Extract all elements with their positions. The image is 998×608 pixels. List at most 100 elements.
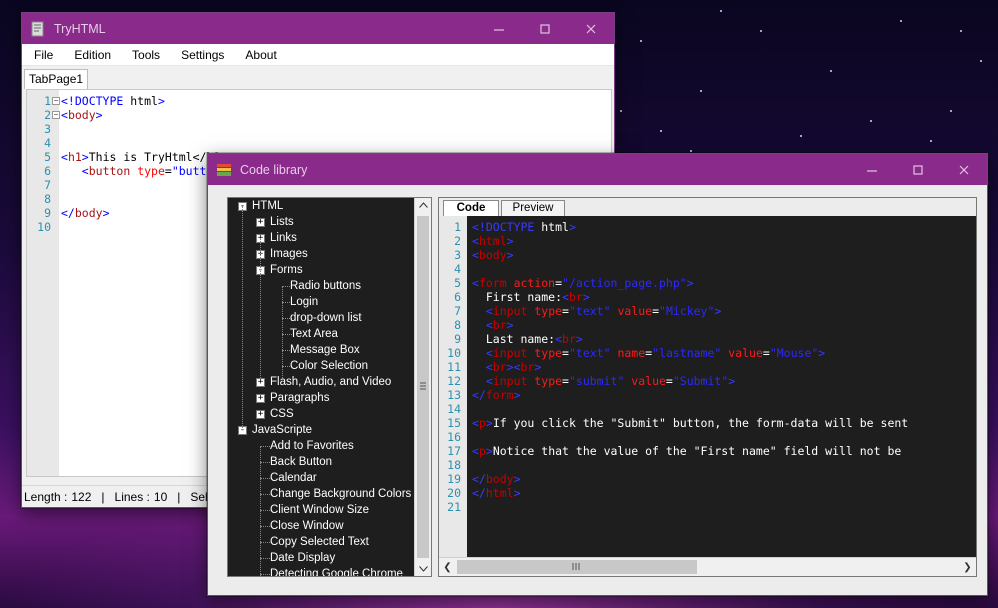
library-minimize-button[interactable] xyxy=(849,154,895,185)
code-token: > xyxy=(575,332,583,346)
snippet-code-line: 15 <p>If you click the "Submit" button, t… xyxy=(447,416,976,430)
tree-item-label: Radio buttons xyxy=(290,280,361,292)
status-separator: | xyxy=(101,489,105,504)
code-token: </ xyxy=(472,486,486,500)
document-tabs: TabPage1 xyxy=(22,66,614,89)
menu-edition[interactable]: Edition xyxy=(62,48,120,62)
scroll-right-icon[interactable]: ❯ xyxy=(959,558,976,576)
star xyxy=(700,90,702,92)
snippet-code-line: 16 xyxy=(447,430,976,444)
line-number: 5 xyxy=(44,150,51,164)
code-token: > xyxy=(582,290,590,304)
star xyxy=(800,135,802,137)
code-token: "/action_page.php" xyxy=(562,276,687,290)
tree-scroll-thumb[interactable] xyxy=(417,216,429,558)
tab-code[interactable]: Code xyxy=(443,200,499,216)
tree-item-label: CSS xyxy=(270,408,294,420)
tree-item-label: Client Window Size xyxy=(270,504,370,516)
snippet-code-line: 4 xyxy=(454,262,976,276)
code-token: > xyxy=(818,346,826,360)
line-number: 12 xyxy=(447,374,461,388)
expand-icon[interactable]: + xyxy=(256,218,265,227)
line-number: 21 xyxy=(447,500,461,514)
code-token: > xyxy=(485,444,493,458)
snippet-code-line: 17 <p>Notice that the value of the "First… xyxy=(447,444,976,458)
code-token: body xyxy=(478,248,507,262)
tree-item-label: Date Display xyxy=(270,552,336,564)
code-token: </ xyxy=(472,472,486,486)
code-token: html xyxy=(485,486,514,500)
snippet-code-line: 1 <!DOCTYPE html> xyxy=(454,220,976,234)
code-token: < xyxy=(485,318,493,332)
line-number: 17 xyxy=(447,444,461,458)
scroll-left-icon[interactable]: ❮ xyxy=(439,558,456,576)
code-token: = xyxy=(562,304,569,318)
code-scroll-thumb[interactable] xyxy=(457,560,697,574)
expand-icon[interactable]: + xyxy=(256,394,265,403)
fold-toggle-icon[interactable]: − xyxy=(52,111,60,119)
code-token: "lastname" xyxy=(652,346,729,360)
expand-icon[interactable]: + xyxy=(256,378,265,387)
tree-item-label: Images xyxy=(270,248,308,260)
line-number: 6 xyxy=(454,290,461,304)
library-close-button[interactable] xyxy=(941,154,987,185)
code-library-titlebar[interactable]: Code library xyxy=(208,154,987,185)
scroll-down-icon[interactable] xyxy=(419,566,428,572)
tryhtml-titlebar[interactable]: TryHTML xyxy=(22,13,614,44)
snippet-tree[interactable]: - HTML + Lists + Links + Images - Forms Radio butt… xyxy=(227,197,432,577)
code-token: > xyxy=(95,108,103,122)
line-number: 16 xyxy=(447,430,461,444)
code-token: < xyxy=(472,234,479,248)
snippet-code-line: 2 <html> xyxy=(454,234,976,248)
code-token: > xyxy=(513,472,521,486)
lines-label: Lines : xyxy=(114,489,150,504)
snippet-code-line: 14 xyxy=(447,402,976,416)
tree-item-label: Add to Favorites xyxy=(270,440,354,452)
line-number: 9 xyxy=(454,332,461,346)
expand-icon[interactable]: + xyxy=(256,410,265,419)
code-token: "Mickey" xyxy=(659,304,715,318)
code-library-window: Code library - HTML + Lists + Links + Images - Fo… xyxy=(207,153,988,596)
code-token: < xyxy=(485,374,493,388)
fold-toggle-icon[interactable]: − xyxy=(52,97,60,105)
status-separator: | xyxy=(177,489,181,504)
tab-preview[interactable]: Preview xyxy=(501,200,565,216)
snippet-code-line: 7 <input type="text" value="Mickey"> xyxy=(454,304,976,318)
code-token: < xyxy=(472,416,479,430)
code-token: > xyxy=(686,276,694,290)
tree-item-label: Login xyxy=(290,296,319,308)
length-value: 122 xyxy=(71,489,92,504)
code-library-title: Code library xyxy=(240,162,308,177)
code-token: < xyxy=(562,290,569,304)
menu-file[interactable]: File xyxy=(22,48,62,62)
code-token: = xyxy=(665,374,673,388)
maximize-button[interactable] xyxy=(522,13,568,44)
tree-item-label: Lists xyxy=(270,216,294,228)
code-horizontal-scrollbar[interactable]: ❮ ❯ xyxy=(439,557,976,576)
code-token: form xyxy=(478,276,514,290)
code-token: p xyxy=(478,444,486,458)
tree-connector xyxy=(260,494,270,495)
tree-connector xyxy=(282,286,283,382)
tab-page1[interactable]: TabPage1 xyxy=(24,69,89,89)
menu-bar: File Edition Tools Settings About xyxy=(22,44,614,66)
tryhtml-app-icon xyxy=(31,21,44,36)
snippet-code-view[interactable]: 1 <!DOCTYPE html> 2 <html> 3 <body> 4 5 <form ac… xyxy=(439,216,976,557)
close-button[interactable] xyxy=(568,13,614,44)
library-maximize-button[interactable] xyxy=(895,154,941,185)
minimize-button[interactable] xyxy=(476,13,522,44)
line-number: 1 xyxy=(44,94,51,108)
code-token: action xyxy=(513,276,556,290)
code-token: p xyxy=(478,416,486,430)
tree-vertical-scrollbar[interactable] xyxy=(414,198,431,576)
menu-settings[interactable]: Settings xyxy=(169,48,233,62)
snippet-code-area[interactable]: 1 <!DOCTYPE html> 2 <html> 3 <body> 4 5 <form ac… xyxy=(447,220,976,514)
code-token: </ xyxy=(61,206,75,220)
code-token: Notice that the value of the "First name… xyxy=(492,444,902,458)
menu-about[interactable]: About xyxy=(233,48,285,62)
scroll-up-icon[interactable] xyxy=(419,202,428,208)
menu-tools[interactable]: Tools xyxy=(120,48,169,62)
line-number: 18 xyxy=(447,458,461,472)
